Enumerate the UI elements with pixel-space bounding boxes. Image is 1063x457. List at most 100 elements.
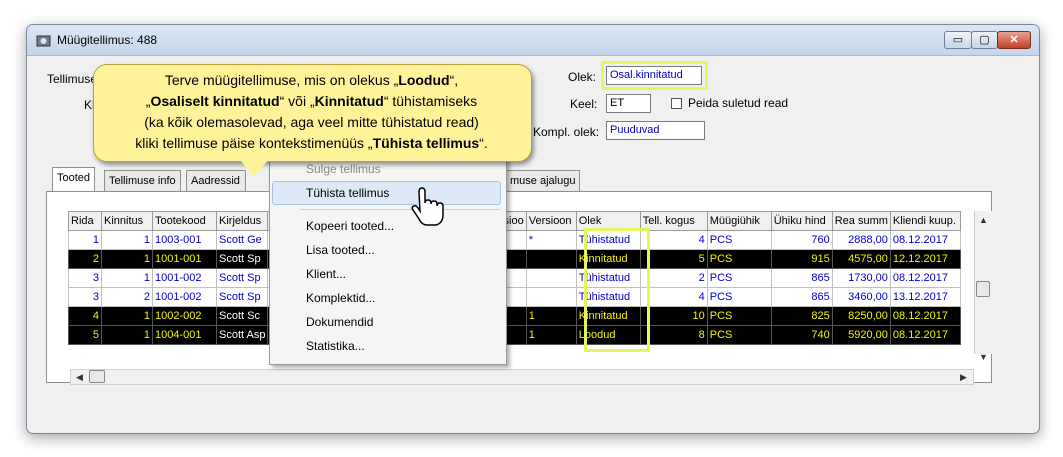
col-header[interactable]: Rea summ bbox=[831, 211, 891, 231]
table-cell[interactable]: 1 bbox=[525, 325, 577, 345]
table-cell[interactable]: Kinnitatud bbox=[575, 249, 641, 269]
menu-item-klient[interactable]: Klient... bbox=[306, 267, 346, 281]
table-cell[interactable]: PCS bbox=[706, 268, 772, 288]
table-cell[interactable]: 08.12.2017 bbox=[889, 325, 961, 345]
table-cell[interactable]: 1 bbox=[101, 249, 153, 269]
keel-field[interactable]: ET bbox=[606, 94, 651, 113]
table-cell[interactable]: PCS bbox=[706, 249, 772, 269]
col-header[interactable]: Tell. kogus bbox=[639, 211, 708, 231]
table-cell[interactable]: 1001-002 bbox=[152, 287, 217, 307]
table-cell[interactable]: 5 bbox=[68, 325, 102, 345]
menu-item-dokumendid[interactable]: Dokumendid bbox=[306, 315, 373, 329]
table-cell[interactable]: 5 bbox=[639, 249, 708, 269]
table-cell[interactable]: 865 bbox=[770, 287, 833, 307]
table-cell[interactable]: 1730,00 bbox=[831, 268, 891, 288]
table-cell[interactable]: Scott Sp bbox=[215, 287, 269, 307]
table-cell[interactable]: PCS bbox=[706, 325, 772, 345]
table-cell[interactable]: 4 bbox=[639, 230, 708, 250]
scroll-down-icon[interactable]: ▼ bbox=[979, 352, 988, 362]
minimize-button[interactable]: ▭ bbox=[944, 31, 972, 49]
table-cell[interactable]: 4 bbox=[68, 306, 102, 326]
table-row[interactable]: 5 1 1004-001 Scott Asp 1 Loodud 8 PCS 740 5920,00… bbox=[68, 325, 961, 345]
table-cell[interactable]: 740 bbox=[770, 325, 833, 345]
table-cell[interactable]: 10 bbox=[639, 306, 708, 326]
col-header[interactable]: Rida bbox=[68, 211, 102, 231]
close-button[interactable]: ✕ bbox=[997, 31, 1031, 49]
table-cell[interactable]: 4 bbox=[639, 287, 708, 307]
table-cell[interactable]: 865 bbox=[770, 268, 833, 288]
table-cell[interactable]: PCS bbox=[706, 230, 772, 250]
horizontal-scrollbar[interactable] bbox=[70, 369, 974, 385]
table-cell[interactable]: 1 bbox=[101, 268, 153, 288]
table-row[interactable]: 3 1 1001-002 Scott Sp Tühistatud 2 PCS 865 1730,… bbox=[68, 268, 961, 288]
table-row[interactable]: 3 2 1001-002 Scott Sp Tühistatud 4 PCS 865 3460,… bbox=[68, 287, 961, 307]
table-cell[interactable]: 4575,00 bbox=[831, 249, 891, 269]
table-cell[interactable]: 08.12.2017 bbox=[889, 268, 961, 288]
table-cell[interactable]: 2888,00 bbox=[831, 230, 891, 250]
table-cell[interactable]: 1001-002 bbox=[152, 268, 217, 288]
scroll-right-icon[interactable]: ▶ bbox=[960, 372, 967, 383]
table-cell[interactable] bbox=[525, 287, 577, 307]
table-cell[interactable]: Scott Ge bbox=[215, 230, 269, 250]
col-header[interactable]: Versioon bbox=[525, 211, 577, 231]
table-row[interactable]: 411002-002Scott Scn1Kinnitatud10PCS82582… bbox=[68, 306, 961, 326]
table-cell[interactable]: 825 bbox=[770, 306, 833, 326]
table-cell[interactable]: 13.12.2017 bbox=[889, 287, 961, 307]
table-cell[interactable]: 2 bbox=[68, 249, 102, 269]
table-cell[interactable]: 08.12.2017 bbox=[889, 306, 961, 326]
table-row[interactable]: 1 1 1003-001 Scott Ge * Tühistatud 4 PCS 760 2888… bbox=[68, 230, 961, 250]
table-cell[interactable]: 3 bbox=[68, 287, 102, 307]
col-header[interactable]: Tootekood bbox=[152, 211, 217, 231]
scroll-left-icon[interactable]: ◀ bbox=[76, 372, 83, 383]
table-cell[interactable]: Kinnitatud bbox=[575, 306, 641, 326]
table-cell[interactable]: 1 bbox=[101, 306, 153, 326]
table-cell[interactable]: Tühistatud bbox=[575, 287, 641, 307]
table-cell[interactable]: 1002-002 bbox=[152, 306, 217, 326]
col-header[interactable]: Müügiühik bbox=[706, 211, 772, 231]
kompl-field[interactable]: Puuduvad bbox=[606, 121, 705, 140]
table-cell[interactable]: 5920,00 bbox=[831, 325, 891, 345]
table-row[interactable]: 2 1 1001-001 Scott Sp Kinnitatud 5 PCS 915 4575,… bbox=[68, 249, 961, 269]
table-cell[interactable]: Scott Sp bbox=[215, 268, 269, 288]
table-cell[interactable]: 1 bbox=[68, 230, 102, 250]
table-cell[interactable]: Loodud bbox=[575, 325, 641, 345]
table-cell[interactable]: 12.12.2017 bbox=[889, 249, 961, 269]
menu-item-kopeeri-tooted[interactable]: Kopeeri tooted... bbox=[306, 219, 394, 233]
table-cell[interactable]: 8 bbox=[639, 325, 708, 345]
table-cell[interactable]: 3460,00 bbox=[831, 287, 891, 307]
table-cell[interactable]: Scott Sp bbox=[215, 249, 269, 269]
table-cell[interactable]: 1 bbox=[525, 306, 577, 326]
table-cell[interactable]: 8250,00 bbox=[831, 306, 891, 326]
table-cell[interactable]: 1 bbox=[101, 325, 153, 345]
menu-item-lisa-tooted[interactable]: Lisa tooted... bbox=[306, 243, 375, 257]
table-cell[interactable]: 2 bbox=[101, 287, 153, 307]
table-cell[interactable]: 915 bbox=[770, 249, 833, 269]
horizontal-scroll-thumb[interactable] bbox=[89, 370, 105, 383]
peida-checkbox[interactable] bbox=[671, 98, 682, 109]
menu-item-komplektid[interactable]: Komplektid... bbox=[306, 291, 375, 305]
col-header[interactable]: Ühiku hind bbox=[770, 211, 833, 231]
col-header[interactable]: Kinnitus bbox=[101, 211, 153, 231]
tab-tellimuse-info[interactable]: Tellimuse info bbox=[104, 170, 181, 192]
tab-tellimuse-ajalugu[interactable]: muse ajalugu bbox=[505, 170, 581, 192]
table-cell[interactable]: Tühistatud bbox=[575, 268, 641, 288]
menu-item-statistika[interactable]: Statistika... bbox=[306, 339, 365, 353]
table-cell[interactable]: 1 bbox=[101, 230, 153, 250]
maximize-button[interactable]: ▢ bbox=[971, 31, 998, 49]
table-cell[interactable]: PCS bbox=[706, 287, 772, 307]
col-header[interactable]: Olek bbox=[575, 211, 641, 231]
table-cell[interactable]: 2 bbox=[639, 268, 708, 288]
table-cell[interactable]: PCS bbox=[706, 306, 772, 326]
table-cell[interactable]: 3 bbox=[68, 268, 102, 288]
vertical-scroll-thumb[interactable] bbox=[976, 281, 990, 297]
table-cell[interactable]: Scott Asp bbox=[215, 325, 269, 345]
table-cell[interactable] bbox=[525, 268, 577, 288]
tab-tooted[interactable]: Tooted bbox=[52, 167, 96, 192]
menu-item-tuhista-tellimus[interactable]: Tühista tellimus bbox=[306, 186, 389, 200]
table-cell[interactable]: 1003-001 bbox=[152, 230, 217, 250]
table-cell[interactable]: 1001-001 bbox=[152, 249, 217, 269]
table-cell[interactable]: * bbox=[525, 230, 577, 250]
scroll-up-icon[interactable]: ▲ bbox=[979, 215, 988, 225]
table-cell[interactable]: 08.12.2017 bbox=[889, 230, 961, 250]
table-cell[interactable]: Tühistatud bbox=[575, 230, 641, 250]
